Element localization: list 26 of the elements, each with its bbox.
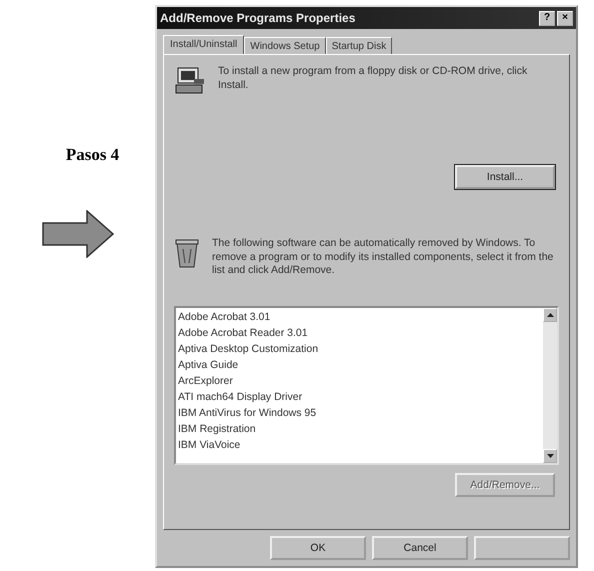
program-item[interactable]: IBM ViaVoice	[178, 436, 541, 453]
program-item[interactable]: ATI mach64 Display Driver	[178, 388, 541, 405]
tab[interactable]: Windows Setup	[244, 37, 326, 54]
right-arrow-icon	[42, 210, 114, 258]
help-button[interactable]: ?	[539, 10, 555, 26]
program-item[interactable]: Adobe Acrobat Reader 3.01	[178, 324, 541, 341]
recycle-bin-icon	[174, 237, 200, 269]
tab[interactable]: Install/Uninstall	[163, 35, 244, 54]
install-button[interactable]: Install...	[455, 165, 555, 189]
close-button[interactable]: ×	[557, 10, 573, 26]
window-title: Add/Remove Programs Properties	[160, 11, 356, 25]
program-item[interactable]: ArcExplorer	[178, 372, 541, 389]
program-item[interactable]: IBM Registration	[178, 420, 541, 437]
dialog-button[interactable]: OK	[270, 536, 366, 560]
program-item[interactable]: Aptiva Guide	[178, 356, 541, 373]
remove-text: The following software can be automatically removed by Windows. To remove a program or to modify its installed components, select it from the list and click Add/Remove.	[212, 237, 554, 278]
program-item[interactable]: IBM AntiVirus for Windows 95	[178, 404, 541, 421]
up-arrow-icon	[546, 312, 554, 317]
install-text: To install a new program from a floppy disk or CD-ROM drive, click Install.	[218, 65, 528, 92]
program-item[interactable]: Adobe Acrobat 3.01	[178, 308, 541, 325]
program-item[interactable]: Aptiva Desktop Customization	[178, 340, 541, 357]
scrollbar[interactable]	[543, 308, 557, 463]
step-caption: Pasos 4	[66, 145, 120, 165]
down-arrow-icon	[546, 454, 554, 458]
dialog-button[interactable]: Cancel	[372, 536, 468, 560]
tab[interactable]: Startup Disk	[326, 37, 392, 54]
